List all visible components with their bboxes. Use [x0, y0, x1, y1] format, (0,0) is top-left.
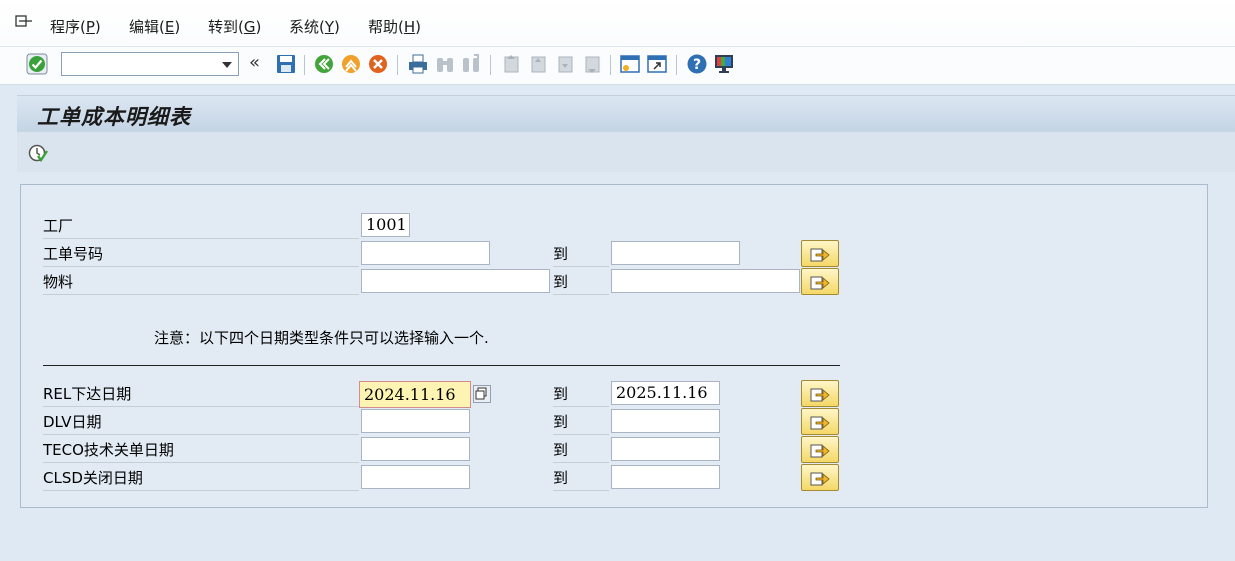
- to-label: 到: [553, 408, 609, 435]
- collapse-command-button[interactable]: «: [249, 53, 271, 75]
- customize-layout-button[interactable]: [713, 53, 735, 75]
- execute-icon[interactable]: [27, 142, 49, 164]
- shortcut-icon: [647, 55, 667, 73]
- note-text: 注意：以下四个日期类型条件只可以选择输入一个.: [154, 329, 489, 347]
- last-page-icon: [585, 56, 600, 73]
- menu-edit[interactable]: 编辑(E): [129, 16, 180, 37]
- closed-date-from-field[interactable]: [361, 465, 470, 489]
- next-page-icon: [558, 56, 573, 73]
- double-chevron-left-icon: «: [249, 52, 261, 73]
- to-label: 到: [553, 464, 609, 491]
- to-label: 到: [553, 380, 609, 407]
- multiple-selection-arrow-icon: [810, 276, 830, 290]
- plant-field[interactable]: 1001: [361, 213, 410, 237]
- cancel-button[interactable]: [367, 53, 389, 75]
- release-date-label: REL下达日期: [43, 380, 359, 407]
- binoculars-icon: [437, 58, 453, 72]
- help-icon: ?: [687, 54, 707, 74]
- multiple-selection-arrow-icon: [810, 416, 830, 430]
- menu-goto[interactable]: 转到(G): [208, 16, 261, 37]
- material-label: 物料: [43, 268, 359, 295]
- material-multiple-selection-button[interactable]: [801, 268, 839, 295]
- command-input[interactable]: [64, 54, 218, 76]
- delivery-date-to-field[interactable]: [611, 409, 720, 433]
- selection-screen: 工厂 1001 工单号码 到 物料 到 注意：以下四个日期类型条件只可以选择输入…: [20, 184, 1208, 508]
- printer-icon: [409, 54, 427, 74]
- delivery-date-from-field[interactable]: [361, 409, 470, 433]
- teco-date-to-field[interactable]: [611, 437, 720, 461]
- help-button[interactable]: ?: [686, 53, 708, 75]
- enter-button[interactable]: [26, 53, 48, 75]
- value-help-icon: [475, 387, 487, 400]
- title-bar: 工单成本明细表: [17, 95, 1235, 132]
- chevron-down-icon[interactable]: [222, 62, 232, 68]
- material-to-field[interactable]: [611, 269, 800, 293]
- new-window-icon: [620, 55, 640, 73]
- plant-label: 工厂: [43, 212, 359, 239]
- last-page-button[interactable]: [581, 53, 603, 75]
- delivery-date-multiple-selection-button[interactable]: [801, 408, 839, 435]
- page-title: 工单成本明细表: [37, 104, 191, 129]
- back-button[interactable]: [313, 53, 335, 75]
- save-icon: [277, 55, 295, 73]
- menu-bar: 程序(P) 编辑(E) 转到(G) 系统(Y) 帮助(H): [0, 0, 1235, 47]
- find-next-button[interactable]: [460, 53, 482, 75]
- closed-date-multiple-selection-button[interactable]: [801, 464, 839, 491]
- back-icon: [315, 55, 333, 73]
- order-number-from-field[interactable]: [361, 241, 490, 265]
- exit-button[interactable]: [340, 53, 362, 75]
- divider: [43, 365, 840, 366]
- material-from-field[interactable]: [361, 269, 550, 293]
- cancel-icon: [369, 55, 387, 73]
- system-menu-icon[interactable]: [15, 15, 33, 29]
- teco-date-multiple-selection-button[interactable]: [801, 436, 839, 463]
- menu-help[interactable]: 帮助(H): [368, 16, 421, 37]
- teco-date-from-field[interactable]: [361, 437, 470, 461]
- multiple-selection-arrow-icon: [810, 248, 830, 262]
- release-date-multiple-selection-button[interactable]: [801, 380, 839, 407]
- menu-program[interactable]: 程序(P): [50, 16, 101, 37]
- monitor-icon: [715, 55, 733, 73]
- calendar-help-button[interactable]: [473, 385, 491, 403]
- multiple-selection-arrow-icon: [810, 388, 830, 402]
- closed-date-label: CLSD关闭日期: [43, 464, 359, 491]
- delivery-date-label: DLV日期: [43, 408, 359, 435]
- multiple-selection-arrow-icon: [810, 472, 830, 486]
- release-date-from-field[interactable]: 2024.11.16: [359, 381, 471, 408]
- menu-system[interactable]: 系统(Y): [289, 16, 340, 37]
- previous-page-icon: [531, 56, 546, 73]
- checkmark-icon: [26, 53, 48, 75]
- exit-icon: [342, 55, 360, 73]
- order-number-label: 工单号码: [43, 240, 359, 267]
- previous-page-button[interactable]: [527, 53, 549, 75]
- standard-toolbar: « ?: [0, 47, 1235, 85]
- application-toolbar: [17, 131, 1235, 172]
- command-field[interactable]: [61, 52, 239, 76]
- order-number-multiple-selection-button[interactable]: [801, 240, 839, 267]
- print-button[interactable]: [407, 53, 429, 75]
- find-button[interactable]: [434, 53, 456, 75]
- first-page-icon: [504, 55, 519, 73]
- svg-text:?: ?: [693, 57, 701, 73]
- to-label: 到: [553, 240, 609, 267]
- to-label: 到: [553, 268, 609, 295]
- order-number-to-field[interactable]: [611, 241, 740, 265]
- to-label: 到: [553, 436, 609, 463]
- teco-date-label: TECO技术关单日期: [43, 436, 359, 463]
- multiple-selection-arrow-icon: [810, 444, 830, 458]
- save-button[interactable]: [275, 53, 297, 75]
- closed-date-to-field[interactable]: [611, 465, 720, 489]
- release-date-to-field[interactable]: 2025.11.16: [611, 381, 720, 405]
- first-page-button[interactable]: [500, 53, 522, 75]
- binoculars-next-icon: [463, 54, 479, 72]
- shortcut-button[interactable]: [646, 53, 668, 75]
- next-page-button[interactable]: [554, 53, 576, 75]
- create-session-button[interactable]: [619, 53, 641, 75]
